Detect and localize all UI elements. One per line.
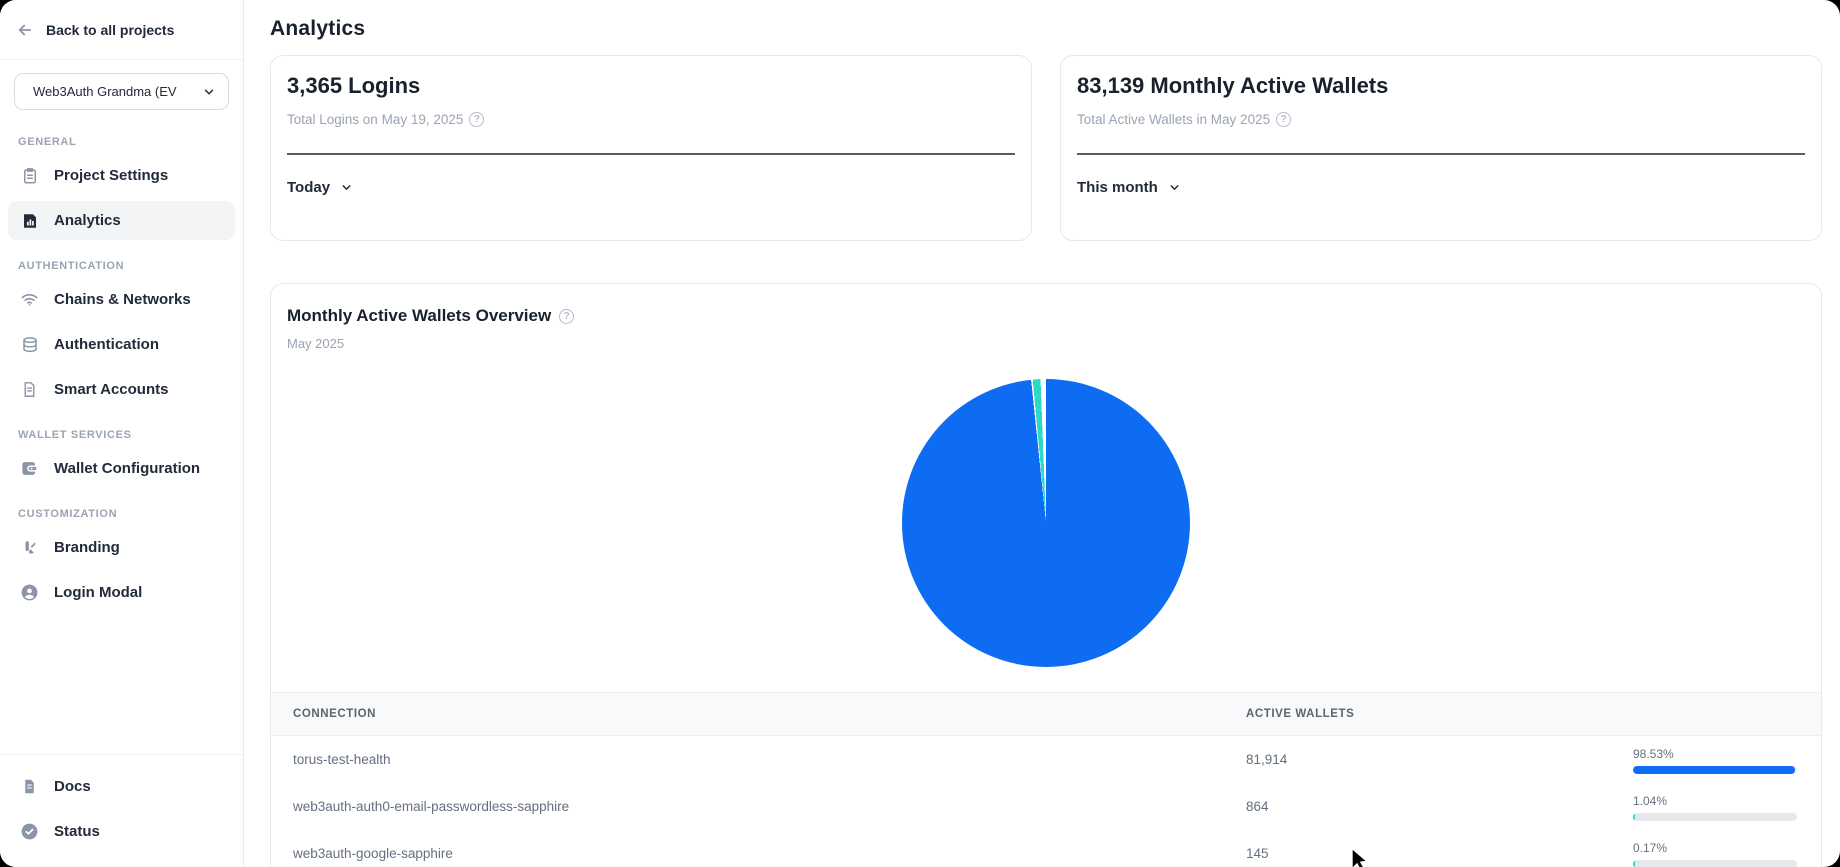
active-wallets-subtitle: Total Active Wallets in May 2025 xyxy=(1077,112,1270,127)
table-row[interactable]: web3auth-google-sapphire 145 0.17% xyxy=(271,830,1821,867)
sidebar-nav: GENERAL Project Settings Analytics AUTHE… xyxy=(0,116,243,754)
overview-subtitle: May 2025 xyxy=(287,336,1805,351)
section-label-authentication: AUTHENTICATION xyxy=(18,260,225,272)
sidebar-item-label: Status xyxy=(54,823,100,840)
logins-stat-card: 3,365 Logins Total Logins on May 19, 202… xyxy=(270,55,1032,241)
connection-name: web3auth-google-sapphire xyxy=(293,846,1246,861)
database-icon xyxy=(20,335,39,354)
back-to-projects-link[interactable]: Back to all projects xyxy=(0,0,243,60)
document-icon xyxy=(20,380,39,399)
active-wallets-count: 145 xyxy=(1246,846,1633,861)
sidebar-item-project-settings[interactable]: Project Settings xyxy=(8,156,235,195)
connections-table: CONNECTION ACTIVE WALLETS torus-test-hea… xyxy=(271,692,1821,867)
sidebar-item-label: Branding xyxy=(54,539,120,556)
percent-label: 0.17% xyxy=(1633,841,1821,855)
sidebar-item-smart-accounts[interactable]: Smart Accounts xyxy=(8,370,235,409)
main-content: Analytics 3,365 Logins Total Logins on M… xyxy=(244,0,1840,867)
chevron-down-icon xyxy=(202,85,216,99)
column-header-connection: CONNECTION xyxy=(293,708,1246,720)
percent-bar xyxy=(1633,813,1797,821)
page-title: Analytics xyxy=(244,0,1840,41)
help-icon[interactable]: ? xyxy=(559,309,574,324)
active-wallets-range-dropdown[interactable]: This month xyxy=(1077,179,1181,196)
sidebar-item-label: Docs xyxy=(54,778,91,795)
monthly-active-wallets-overview-card: Monthly Active Wallets Overview ? May 20… xyxy=(270,283,1822,867)
sidebar-item-label: Smart Accounts xyxy=(54,381,168,398)
help-icon[interactable]: ? xyxy=(1276,112,1291,127)
table-row[interactable]: torus-test-health 81,914 98.53% xyxy=(271,736,1821,783)
project-selector-dropdown[interactable]: Web3Auth Grandma (EV xyxy=(14,73,229,110)
brush-icon xyxy=(20,538,39,557)
percent-label: 98.53% xyxy=(1633,747,1821,761)
sidebar-item-label: Analytics xyxy=(54,212,121,229)
check-circle-icon xyxy=(20,822,39,841)
wifi-icon xyxy=(20,290,39,309)
user-circle-icon xyxy=(20,583,39,602)
sidebar: Back to all projects Web3Auth Grandma (E… xyxy=(0,0,244,867)
column-header-active-wallets: ACTIVE WALLETS xyxy=(1246,708,1633,720)
active-wallets-count: 81,914 xyxy=(1246,752,1633,767)
mouse-cursor xyxy=(1349,848,1371,867)
section-label-general: GENERAL xyxy=(18,136,225,148)
sidebar-footer: Docs Status xyxy=(0,754,243,867)
sidebar-item-label: Authentication xyxy=(54,336,159,353)
percent-bar xyxy=(1633,766,1797,774)
wallet-icon xyxy=(20,459,39,478)
logins-range-dropdown[interactable]: Today xyxy=(287,179,353,196)
chart-baseline xyxy=(1077,153,1805,155)
project-name: Web3Auth Grandma (EV xyxy=(33,84,177,99)
sidebar-item-status[interactable]: Status xyxy=(8,812,235,851)
logins-value: 3,365 Logins xyxy=(287,73,1015,99)
percent-bar xyxy=(1633,860,1797,867)
back-label: Back to all projects xyxy=(46,22,174,38)
document-icon xyxy=(20,777,39,796)
chevron-down-icon xyxy=(340,181,353,194)
overview-title: Monthly Active Wallets Overview xyxy=(287,306,551,326)
bar-chart-icon xyxy=(20,211,39,230)
connection-name: torus-test-health xyxy=(293,752,1246,767)
help-icon[interactable]: ? xyxy=(469,112,484,127)
percent-label: 1.04% xyxy=(1633,794,1821,808)
table-header-row: CONNECTION ACTIVE WALLETS xyxy=(271,692,1821,736)
connection-name: web3auth-auth0-email-passwordless-sapphi… xyxy=(293,799,1246,814)
active-wallets-count: 864 xyxy=(1246,799,1633,814)
sidebar-item-login-modal[interactable]: Login Modal xyxy=(8,573,235,612)
clipboard-icon xyxy=(20,166,39,185)
active-wallets-stat-card: 83,139 Monthly Active Wallets Total Acti… xyxy=(1060,55,1822,241)
chart-baseline xyxy=(287,153,1015,155)
section-label-customization: CUSTOMIZATION xyxy=(18,508,225,520)
sidebar-item-label: Chains & Networks xyxy=(54,291,191,308)
arrow-left-icon xyxy=(16,21,34,39)
logins-subtitle: Total Logins on May 19, 2025 xyxy=(287,112,463,127)
active-wallets-value: 83,139 Monthly Active Wallets xyxy=(1077,73,1805,99)
web3auth-dashboard: Back to all projects Web3Auth Grandma (E… xyxy=(0,0,1840,867)
section-label-wallet-services: WALLET SERVICES xyxy=(18,429,225,441)
stat-cards-row: 3,365 Logins Total Logins on May 19, 202… xyxy=(244,41,1840,241)
sidebar-item-label: Login Modal xyxy=(54,584,142,601)
sidebar-item-label: Project Settings xyxy=(54,167,168,184)
sidebar-item-docs[interactable]: Docs xyxy=(8,767,235,806)
sidebar-item-authentication[interactable]: Authentication xyxy=(8,325,235,364)
sidebar-item-chains-networks[interactable]: Chains & Networks xyxy=(8,280,235,319)
active-wallets-pie-chart[interactable] xyxy=(902,379,1190,667)
chevron-down-icon xyxy=(1168,181,1181,194)
sidebar-item-branding[interactable]: Branding xyxy=(8,528,235,567)
table-row[interactable]: web3auth-auth0-email-passwordless-sapphi… xyxy=(271,783,1821,830)
sidebar-item-label: Wallet Configuration xyxy=(54,460,200,477)
sidebar-item-analytics[interactable]: Analytics xyxy=(8,201,235,240)
sidebar-item-wallet-configuration[interactable]: Wallet Configuration xyxy=(8,449,235,488)
